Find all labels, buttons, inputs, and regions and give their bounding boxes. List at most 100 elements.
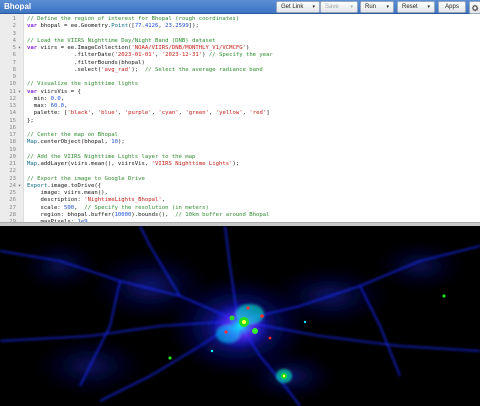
line-number: 5 <box>12 45 16 51</box>
line-number: 8 <box>12 66 16 73</box>
code-line[interactable]: 6 .filterDate('2023-01-01', '2023-12-31'… <box>0 52 480 59</box>
fold-toggle-icon[interactable]: ▾ <box>18 45 21 52</box>
code-line[interactable]: 20 // Add the VIIRS Nighttime Lights laye… <box>0 154 480 161</box>
code-line[interactable]: 16 <box>0 125 480 132</box>
code-line[interactable]: 10 // Visualize the nighttime lights <box>0 81 480 88</box>
line-number: 7 <box>12 59 16 66</box>
code-token: .filterBounds(bhopal) <box>27 59 145 66</box>
code-text: .select('avg_rad'); // Select the averag… <box>27 67 263 74</box>
code-line[interactable]: 17 // Center the map on Bhopal <box>0 132 480 139</box>
line-number: 1 <box>12 16 16 22</box>
map-viewport[interactable] <box>0 226 480 406</box>
code-line[interactable]: 26 description: 'NightimeLights_Bhopal', <box>0 197 480 204</box>
fold-toggle-icon[interactable]: ▾ <box>18 89 21 96</box>
code-line[interactable]: 11 ▾ var viirsVis = { <box>0 89 480 96</box>
code-line[interactable]: 2 var bhopal = ee.Geometry.Point([77.4126… <box>0 23 480 30</box>
code-token: }; <box>27 117 34 124</box>
code-token: region: bhopal.buffer( <box>27 211 115 218</box>
chevron-down-icon: ▾ <box>386 4 389 10</box>
script-title: Bhopal <box>4 2 32 11</box>
code-token: , <box>91 110 98 117</box>
code-text: palette: ['black', 'blue', 'purple', 'cy… <box>27 110 270 117</box>
code-line[interactable]: 18 Map.centerObject(bhopal, 10); <box>0 139 480 146</box>
reset-label: Reset <box>402 4 418 10</box>
code-token: , <box>64 103 68 109</box>
line-number: 4 <box>12 37 16 44</box>
code-token: '2023-01-01' <box>114 52 155 59</box>
code-token: '2023-12-31' <box>161 52 203 59</box>
line-number: 13 <box>9 103 16 109</box>
save-label: Save <box>325 4 339 10</box>
run-label: Run <box>365 4 377 10</box>
code-line[interactable]: 9 <box>0 74 480 81</box>
code-line[interactable]: 5 ▾ var viirs = ee.ImageCollection('NOAA/V… <box>0 45 480 52</box>
code-token: 'cyan' <box>158 110 179 117</box>
apps-button[interactable]: Apps <box>438 1 466 13</box>
code-text: // Visualize the nighttime lights <box>27 81 138 88</box>
line-number: 17 <box>9 132 16 138</box>
code-text: .filterBounds(bhopal) <box>27 60 145 67</box>
code-token: // Specify the year <box>208 52 273 59</box>
reset-button[interactable]: Reset ▾ <box>397 1 435 13</box>
code-line[interactable]: 13 max: 60.0, <box>0 103 480 110</box>
code-line[interactable]: 19 <box>0 147 480 154</box>
code-line[interactable]: 27 scale: 500, // Specify the resolution… <box>0 205 480 212</box>
code-line[interactable]: 8 .select('avg_rad'); // Select the aver… <box>0 67 480 74</box>
code-line[interactable]: 3 <box>0 31 480 38</box>
line-number: 6 <box>12 52 16 59</box>
code-token: Map <box>27 161 38 167</box>
code-token: 0.0 <box>50 95 61 102</box>
code-editor[interactable]: 1 // Define the region of interest for Bh… <box>0 14 480 222</box>
code-token: .centerObject(bhopal, <box>37 139 112 146</box>
line-number: 20 <box>9 153 16 160</box>
code-token: // Specify the resolution (in meters) <box>84 204 209 211</box>
code-token: bhopal = ee.Geometry. <box>40 23 112 30</box>
code-token: // Visualize the nighttime lights <box>27 81 139 88</box>
code-text: scale: 500, // Specify the resolution (i… <box>27 204 209 212</box>
code-token: var <box>27 23 41 30</box>
code-token: 'blue' <box>97 110 118 117</box>
get-link-button[interactable]: Get Link ▾ <box>276 1 320 13</box>
code-text: // Add the VIIRS Nighttime Lights layer … <box>27 154 195 161</box>
line-number: 15 <box>9 117 16 124</box>
code-line[interactable]: 7 .filterBounds(bhopal) <box>0 60 480 67</box>
line-number: 22 <box>9 168 16 175</box>
code-line[interactable]: 21 Map.addLayer(viirs.mean(), viirsVis, '… <box>0 161 480 168</box>
code-token: , <box>60 95 65 102</box>
code-token: .filterDate( <box>27 52 115 59</box>
code-text: Export.image.toDrive({ <box>27 183 101 190</box>
code-text: var viirs = ee.ImageCollection('NOAA/VII… <box>27 45 249 52</box>
code-token: 10000 <box>114 211 132 218</box>
line-number: 28 <box>9 211 16 218</box>
code-line[interactable]: 1 // Define the region of interest for Bh… <box>0 16 480 23</box>
line-number: 9 <box>12 74 16 80</box>
run-button[interactable]: Run ▾ <box>360 1 394 13</box>
code-token: 'purple' <box>124 110 152 117</box>
code-token: viirs = ee.ImageCollection( <box>40 45 132 51</box>
fold-toggle-icon[interactable]: ▾ <box>18 183 21 190</box>
code-line[interactable]: 4 // Load the VIIRS Nighttime Day/Night B… <box>0 38 480 45</box>
code-token: ([ <box>128 23 135 30</box>
chevron-down-icon: ▾ <box>427 4 430 10</box>
code-line[interactable]: 25 image: viirs.mean(), <box>0 190 480 197</box>
save-button[interactable]: Save ▾ <box>320 1 358 13</box>
code-token: 'avg_rad' <box>101 66 132 73</box>
settings-button[interactable] <box>469 1 480 14</box>
code-line[interactable]: 14 palette: ['black', 'blue', 'purple', … <box>0 110 480 117</box>
code-token: .select( <box>27 66 102 73</box>
code-line[interactable]: 28 region: bhopal.buffer(10000).bounds()… <box>0 212 480 219</box>
code-token: // 10km buffer around Bhopal <box>175 211 270 218</box>
code-line[interactable]: 23 // Export the image to Google Drive <box>0 176 480 183</box>
code-token: 'VIIRS Nighttime Lights' <box>151 161 233 167</box>
code-token: Export <box>27 182 48 189</box>
code-token: min: <box>27 95 51 102</box>
apps-label: Apps <box>445 4 459 10</box>
line-number: 21 <box>9 161 16 167</box>
code-token: ]); <box>188 23 199 30</box>
code-line[interactable]: 15}; <box>0 118 480 125</box>
code-line[interactable]: 22 <box>0 168 480 175</box>
code-line[interactable]: 12 min: 0.0, <box>0 96 480 103</box>
code-text: .filterDate('2023-01-01', '2023-12-31') … <box>27 52 273 59</box>
code-line[interactable]: 24 ▾ Export.image.toDrive({ <box>0 183 480 190</box>
code-token: // Load the VIIRS Nighttime Day/Night Ba… <box>27 37 216 44</box>
